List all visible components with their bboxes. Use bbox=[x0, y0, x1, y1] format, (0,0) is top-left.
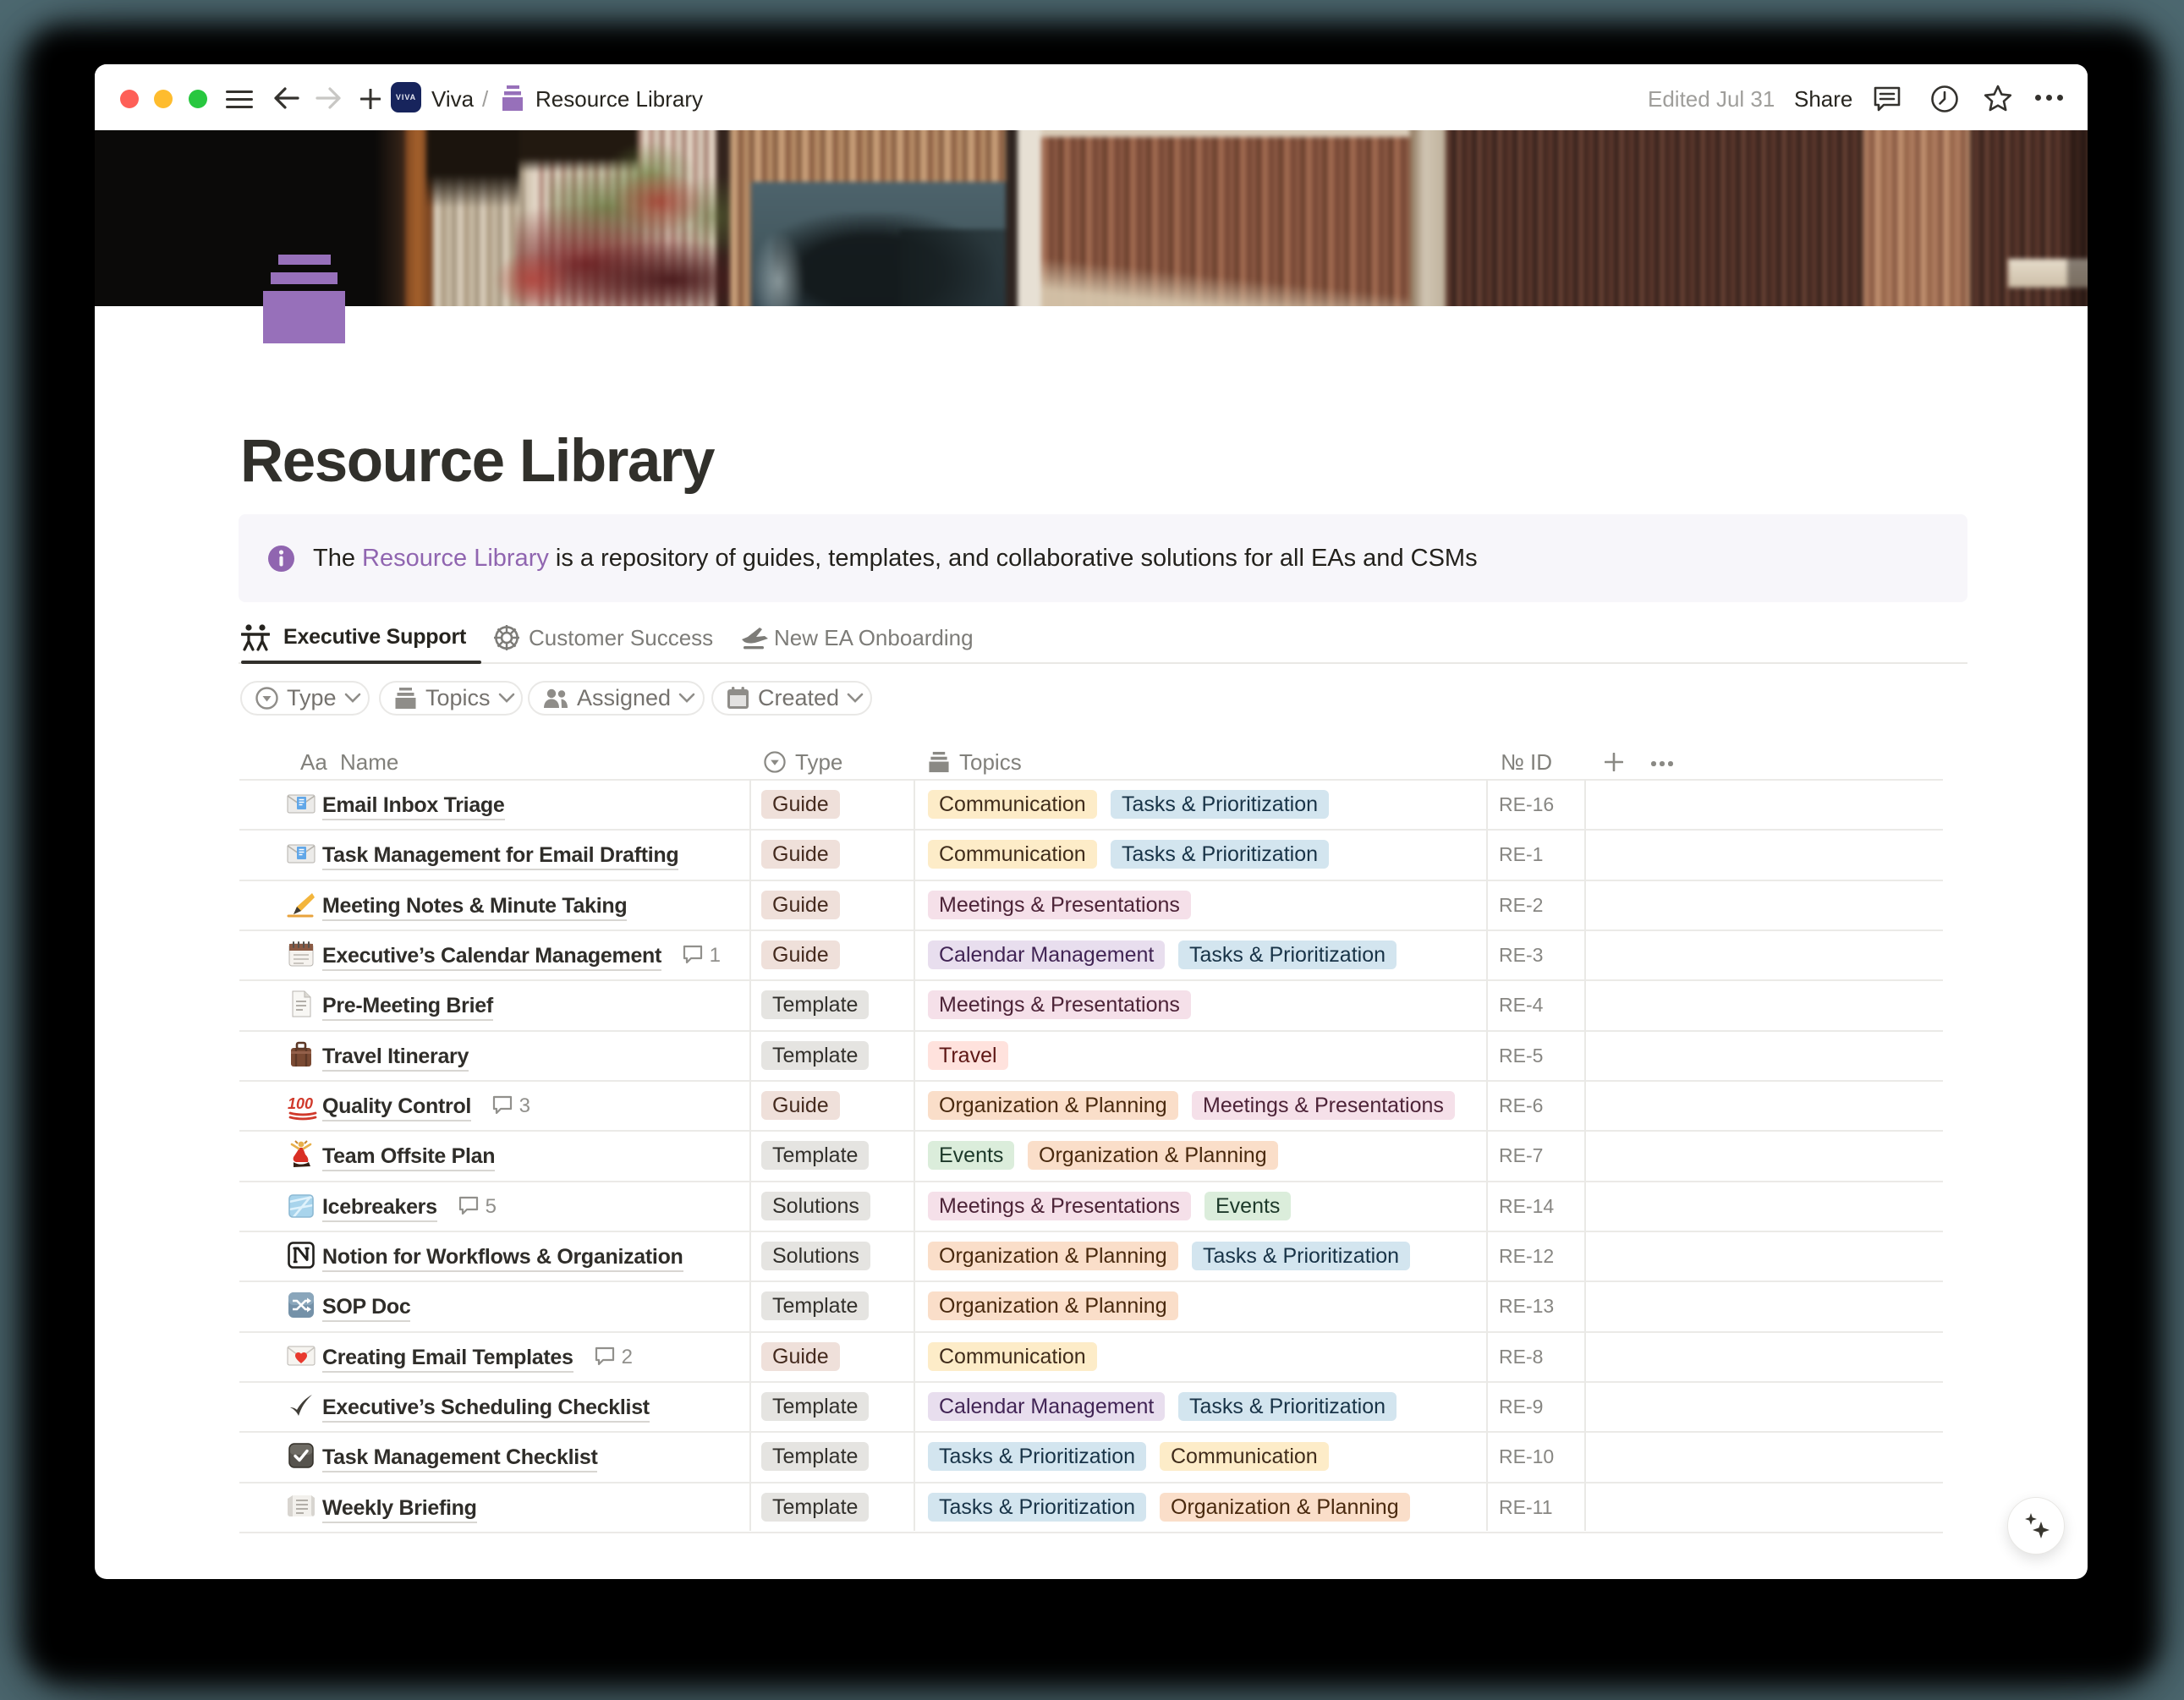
svg-text:100: 100 bbox=[288, 1095, 313, 1112]
